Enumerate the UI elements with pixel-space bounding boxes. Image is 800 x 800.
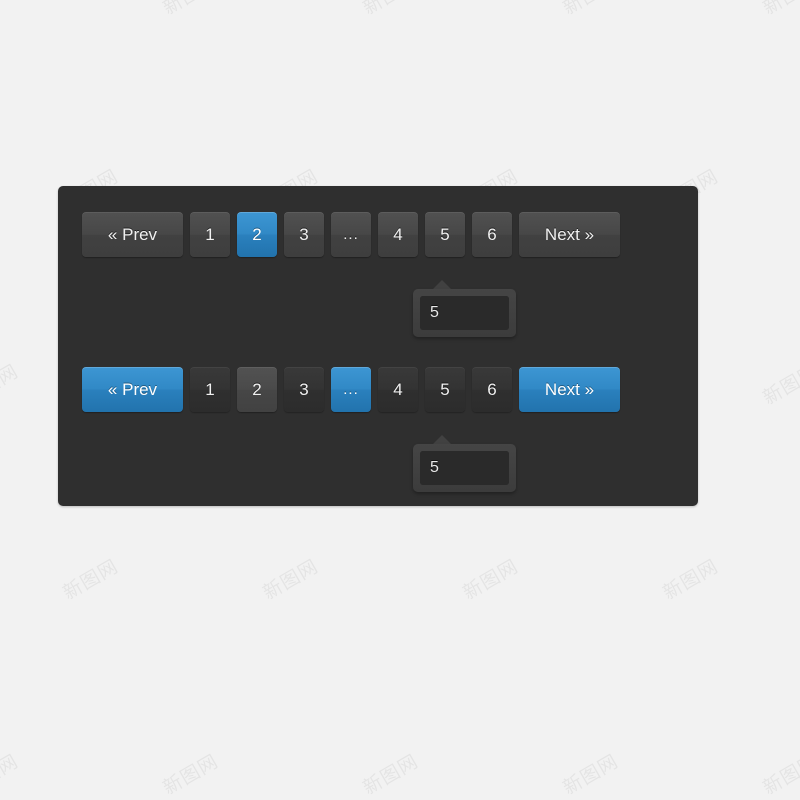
page-2-button-label: 2	[252, 380, 262, 399]
pagination-controls-1: « Prev 1 2 3 ... 4 5 6 Next »	[58, 212, 698, 257]
page-jump-inner: »	[420, 451, 509, 485]
prev-button-label: « Prev	[107, 225, 158, 244]
page-3-button[interactable]: 3	[284, 367, 324, 412]
page-ellipsis-button[interactable]: ...	[331, 212, 371, 257]
watermark-text: 新图网	[0, 0, 23, 20]
page-2-button[interactable]: 2	[237, 212, 277, 257]
page-4-button-label: 4	[393, 225, 403, 244]
pagination-controls-2: « Prev 1 2 3 ... 4 5 6 Next »	[58, 367, 698, 412]
watermark-text: 新图网	[159, 750, 223, 800]
page-1-button[interactable]: 1	[190, 367, 230, 412]
watermark-text: 新图网	[559, 750, 623, 800]
page-6-button[interactable]: 6	[472, 212, 512, 257]
prev-button-label: « Prev	[107, 380, 158, 399]
page-5-button[interactable]: 5	[425, 212, 465, 257]
watermark-text: 新图网	[557, 0, 622, 20]
page-jump-panel: »	[413, 444, 516, 492]
page-1-button[interactable]: 1	[190, 212, 230, 257]
watermark-text: 新图网	[459, 555, 523, 605]
page-2-button-label: 2	[252, 225, 262, 244]
next-button[interactable]: Next »	[519, 212, 620, 257]
page-ellipsis-label: ...	[343, 381, 359, 398]
watermark-text: 新图网	[359, 750, 423, 800]
watermark-text: 新图网	[59, 555, 123, 605]
watermark-text: 新图网	[757, 0, 800, 20]
watermark-text: 新图网	[759, 750, 800, 800]
page-6-button-label: 6	[487, 380, 497, 399]
page-6-button[interactable]: 6	[472, 367, 512, 412]
page-jump-input[interactable]	[420, 296, 509, 330]
page-6-button-label: 6	[487, 225, 497, 244]
watermark-text: 新图网	[759, 360, 800, 410]
popover-caret-icon	[433, 280, 451, 289]
page-4-button[interactable]: 4	[378, 212, 418, 257]
prev-button[interactable]: « Prev	[82, 367, 183, 412]
page-3-button-label: 3	[299, 380, 309, 399]
page-ellipsis-button[interactable]: ...	[331, 367, 371, 412]
page-jump-inner: »	[420, 296, 509, 330]
page-5-button-label: 5	[440, 380, 450, 399]
next-button[interactable]: Next »	[519, 367, 620, 412]
next-button-label: Next »	[544, 225, 595, 244]
next-button-label: Next »	[544, 380, 595, 399]
page-jump-input[interactable]	[420, 451, 509, 485]
pagination-row-1: « Prev 1 2 3 ... 4 5 6 Next » 5	[58, 212, 698, 337]
watermark-text: 新图网	[0, 750, 23, 800]
popover-caret-icon	[433, 435, 451, 444]
watermark-text: 新图网	[0, 360, 23, 410]
pagination-demo-panel: « Prev 1 2 3 ... 4 5 6 Next » 5 « Prev 1…	[58, 186, 698, 506]
watermark-text: 新图网	[659, 555, 723, 605]
page-2-button[interactable]: 2	[237, 367, 277, 412]
watermark-text: 新图网	[157, 0, 222, 20]
watermark-text: 新图网	[357, 0, 422, 20]
page-ellipsis-label: ...	[343, 226, 359, 243]
page-jump-panel: »	[413, 289, 516, 337]
page-1-button-label: 1	[205, 225, 215, 244]
page-5-button[interactable]: 5	[425, 367, 465, 412]
page-5-button-label: 5	[440, 225, 450, 244]
pagination-row-2: « Prev 1 2 3 ... 4 5 6 Next » 5	[58, 367, 698, 492]
page-1-button-label: 1	[205, 380, 215, 399]
watermark-text: 新图网	[259, 555, 323, 605]
prev-button[interactable]: « Prev	[82, 212, 183, 257]
page-3-button[interactable]: 3	[284, 212, 324, 257]
page-3-button-label: 3	[299, 225, 309, 244]
page-4-button-label: 4	[393, 380, 403, 399]
page-4-button[interactable]: 4	[378, 367, 418, 412]
